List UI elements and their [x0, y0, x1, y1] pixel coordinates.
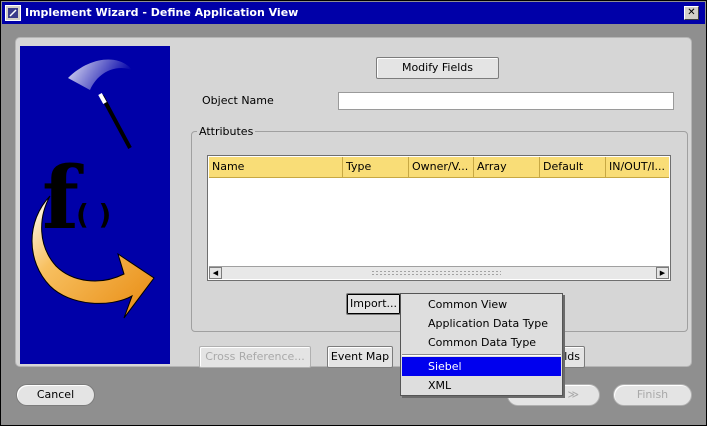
- column-header-type[interactable]: Type: [343, 157, 409, 178]
- menu-separator: [402, 354, 561, 356]
- title-bar[interactable]: Implement Wizard - Define Application Vi…: [2, 2, 705, 24]
- column-header-owner[interactable]: Owner/V...: [409, 157, 474, 178]
- column-header-array[interactable]: Array: [474, 157, 540, 178]
- window-title: Implement Wizard - Define Application Vi…: [25, 6, 299, 19]
- finish-button[interactable]: Finish: [613, 384, 692, 406]
- close-icon[interactable]: ✕: [684, 6, 699, 20]
- import-button[interactable]: Import...: [346, 293, 401, 315]
- menu-item-xml[interactable]: XML: [402, 376, 561, 395]
- scroll-left-icon[interactable]: ◀: [209, 267, 222, 279]
- cancel-button[interactable]: Cancel: [16, 384, 95, 406]
- attributes-table[interactable]: Name Type Owner/V... Array Default IN/OU…: [207, 155, 671, 281]
- modify-fields-button[interactable]: Modify Fields: [376, 57, 499, 79]
- attributes-group-title: Attributes: [197, 125, 256, 138]
- menu-item-siebel[interactable]: Siebel: [402, 357, 561, 376]
- menu-item-application-data-type[interactable]: Application Data Type: [402, 314, 561, 333]
- column-header-default[interactable]: Default: [540, 157, 606, 178]
- event-map-button[interactable]: Event Map: [327, 346, 393, 368]
- attributes-table-header: Name Type Owner/V... Array Default IN/OU…: [209, 157, 669, 178]
- menu-item-common-data-type[interactable]: Common Data Type: [402, 333, 561, 352]
- scrollbar-grip[interactable]: [371, 270, 501, 276]
- app-icon: [5, 5, 21, 21]
- wizard-brand-graphic: f ( ): [20, 46, 170, 364]
- cross-reference-button[interactable]: Cross Reference...: [199, 346, 311, 368]
- horizontal-scrollbar[interactable]: ◀ ▶: [209, 266, 669, 279]
- import-popup-menu: Common View Application Data Type Common…: [400, 293, 563, 396]
- menu-item-common-view[interactable]: Common View: [402, 295, 561, 314]
- implement-wizard-window: Implement Wizard - Define Application Vi…: [0, 0, 707, 426]
- brand-parens: ( ): [76, 198, 111, 231]
- object-name-label: Object Name: [202, 94, 274, 107]
- wand-trail-shape: [68, 59, 132, 90]
- object-name-input[interactable]: [338, 92, 674, 110]
- column-header-name[interactable]: Name: [209, 157, 343, 178]
- scroll-right-icon[interactable]: ▶: [656, 267, 669, 279]
- column-header-in-out[interactable]: IN/OUT/I...: [606, 157, 669, 178]
